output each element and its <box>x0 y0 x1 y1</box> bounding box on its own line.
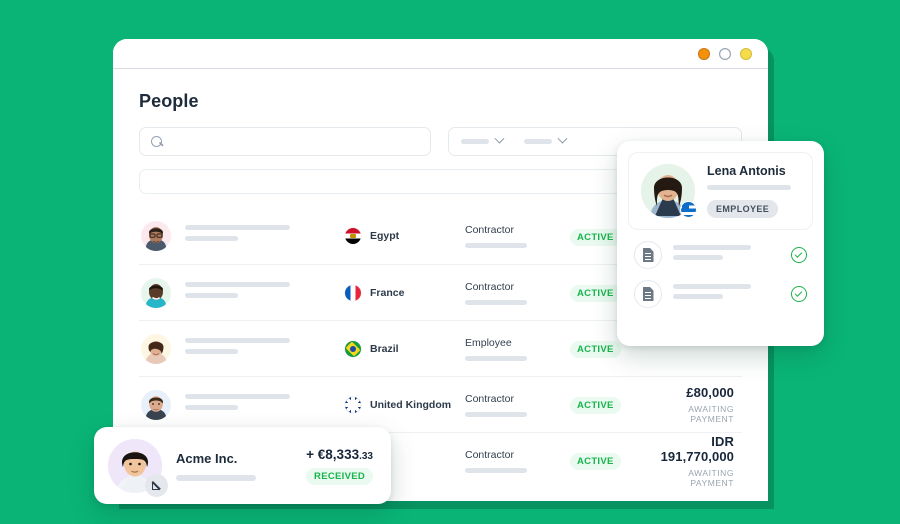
person-summary: Lena Antonis EMPLOYEE <box>628 152 813 230</box>
page-title: People <box>139 91 199 111</box>
avatar <box>141 221 171 251</box>
role-label: Contractor <box>465 392 515 405</box>
status-badge: ACTIVE <box>570 228 621 246</box>
payment-amount: + €8,333.33 RECEIVED <box>306 447 373 485</box>
role-label: Contractor <box>465 448 515 461</box>
flag-icon-greece <box>680 201 697 218</box>
arrow-down-left-icon <box>145 473 168 497</box>
payment-amount-cents: .33 <box>359 450 373 462</box>
filter-one-placeholder <box>461 139 489 144</box>
status-cell: ACTIVE <box>570 395 642 414</box>
country-cell: France <box>345 284 465 301</box>
avatar <box>141 277 171 308</box>
chevron-down-icon <box>557 133 568 144</box>
role-label: Employee <box>465 336 512 349</box>
flag-icon-france <box>345 284 361 301</box>
status-cell: ACTIVE <box>570 451 642 470</box>
amount-status: AWAITING PAYMENT <box>688 467 734 488</box>
status-badge: ACTIVE <box>570 285 621 302</box>
window-dot-yellow[interactable] <box>740 47 752 60</box>
person-name-placeholder <box>185 393 345 416</box>
country-label: Egypt <box>370 230 400 242</box>
check-circle-icon <box>791 286 807 302</box>
country-cell: United Kingdom <box>345 396 465 413</box>
person-name-placeholder <box>185 225 345 247</box>
country-label: United Kingdom <box>370 398 452 411</box>
person-detail-card[interactable]: Lena Antonis EMPLOYEE <box>617 141 824 346</box>
country-label: France <box>370 286 405 299</box>
payment-card[interactable]: Acme Inc. + €8,333.33 RECEIVED <box>94 427 391 504</box>
amount-value: IDR 191,770,000 <box>660 433 734 464</box>
person-name-placeholder <box>185 337 345 360</box>
avatar <box>108 438 168 497</box>
flag-icon-egypt <box>345 228 361 244</box>
list-item[interactable] <box>628 269 813 308</box>
status-badge: ACTIVE <box>570 341 621 358</box>
amount-value: £80,000 <box>686 385 734 400</box>
status-badge: ACTIVE <box>570 453 621 470</box>
page-background: People Egypt Contractor ACTIVE France Co… <box>0 0 900 524</box>
role-cell: Contractor <box>465 281 570 305</box>
payment-status-badge: RECEIVED <box>306 467 373 485</box>
role-cell: Contractor <box>465 449 570 473</box>
amount-cell: IDR 191,770,000 AWAITING PAYMENT <box>642 434 740 488</box>
role-cell: Employee <box>465 337 570 361</box>
person-name: Lena Antonis <box>707 164 786 178</box>
role-cell: Contractor <box>465 393 570 417</box>
search-icon <box>151 135 163 148</box>
avatar <box>141 389 171 420</box>
status-badge: ACTIVE <box>570 397 621 414</box>
document-icon <box>634 280 662 308</box>
table-row[interactable]: United Kingdom Contractor ACTIVE £80,000… <box>139 376 742 432</box>
company-subtitle-placeholder <box>176 474 256 481</box>
person-info: Lena Antonis EMPLOYEE <box>707 164 791 218</box>
flag-icon-brazil <box>345 340 361 357</box>
role-label: Contractor <box>465 280 515 293</box>
window-titlebar <box>113 39 768 69</box>
country-cell: Egypt <box>345 228 465 244</box>
document-label-placeholder <box>673 284 780 304</box>
flag-icon-united-kingdom <box>345 396 361 413</box>
search-input[interactable] <box>139 127 431 156</box>
avatar <box>641 164 697 218</box>
role-cell: Contractor <box>465 224 570 248</box>
amount-status: AWAITING PAYMENT <box>688 404 734 424</box>
avatar <box>141 333 171 364</box>
person-subtitle-placeholder <box>707 185 791 190</box>
document-label-placeholder <box>673 245 780 265</box>
company-name: Acme Inc. <box>176 450 238 466</box>
payment-amount-main: + €8,333 <box>306 446 360 462</box>
country-cell: Brazil <box>345 340 465 357</box>
country-label: Brazil <box>370 342 399 355</box>
window-dot-white[interactable] <box>719 47 731 60</box>
check-circle-icon <box>791 247 807 263</box>
role-label: Contractor <box>465 224 515 236</box>
list-item[interactable] <box>628 230 813 269</box>
window-dot-orange[interactable] <box>698 47 710 60</box>
person-name-placeholder <box>185 281 345 304</box>
payment-company: Acme Inc. <box>176 451 292 481</box>
document-icon <box>634 241 662 269</box>
amount-cell: £80,000 AWAITING PAYMENT <box>642 385 740 424</box>
chevron-down-icon <box>494 133 505 144</box>
filter-two-placeholder <box>524 139 552 144</box>
employment-type-badge: EMPLOYEE <box>707 200 779 218</box>
